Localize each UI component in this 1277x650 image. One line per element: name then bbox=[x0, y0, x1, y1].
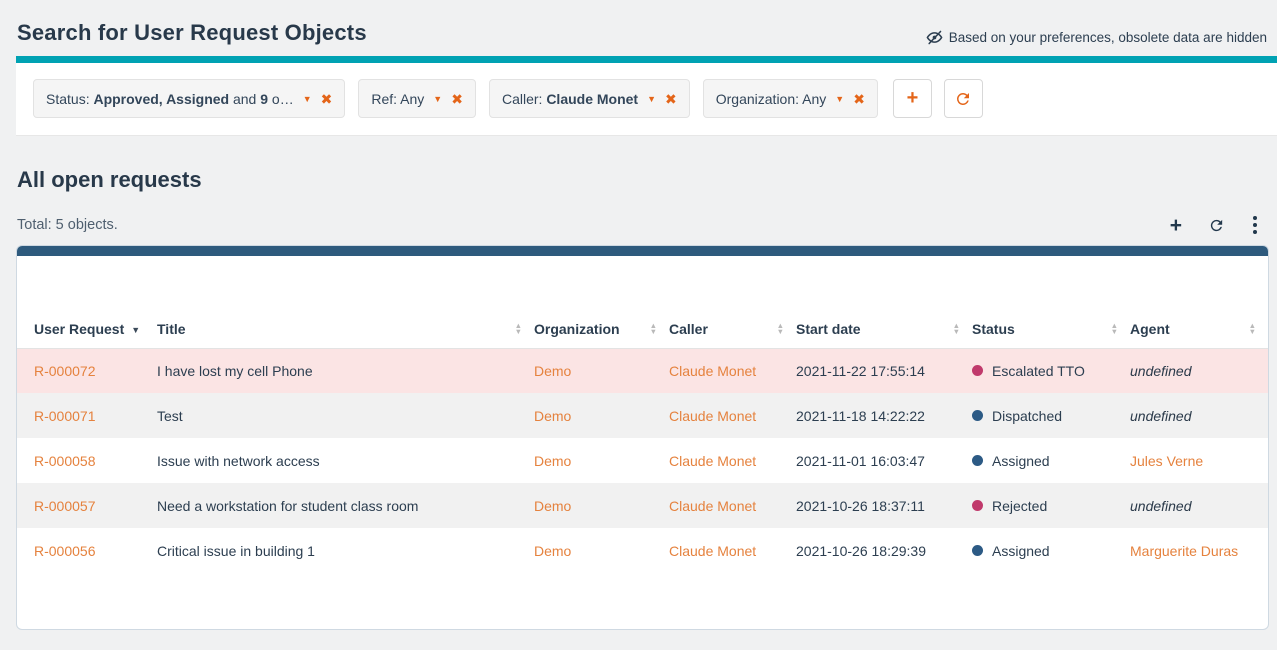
filter-pill-caller[interactable]: Caller: Claude Monet ▼ ✖ bbox=[489, 79, 690, 118]
caller-link[interactable]: Claude Monet bbox=[669, 543, 756, 559]
new-object-button[interactable]: + bbox=[1170, 215, 1182, 236]
organization-link[interactable]: Demo bbox=[534, 453, 571, 469]
start-date: 2021-10-26 18:37:11 bbox=[796, 483, 972, 528]
caret-down-icon[interactable]: ▼ bbox=[433, 93, 442, 104]
x-icon[interactable]: ✖ bbox=[853, 92, 865, 106]
table-header-row: User Request▼ Title▲▼ Organization▲▼ Cal… bbox=[17, 310, 1268, 348]
accent-bar bbox=[16, 56, 1277, 63]
status-dot-icon bbox=[972, 365, 983, 376]
request-id-link[interactable]: R-000058 bbox=[34, 453, 96, 469]
plus-icon: + bbox=[907, 87, 919, 110]
sort-arrows-icon: ▲▼ bbox=[1249, 323, 1256, 334]
caller-link[interactable]: Claude Monet bbox=[669, 453, 756, 469]
filter-pill-ref[interactable]: Ref: Any ▼ ✖ bbox=[358, 79, 476, 118]
refresh-icon bbox=[1208, 217, 1225, 234]
filter-pill-ref-label: Ref: Any bbox=[371, 91, 424, 107]
sort-arrows-icon: ▲▼ bbox=[777, 323, 784, 334]
organization-link[interactable]: Demo bbox=[534, 498, 571, 514]
sort-desc-icon: ▼ bbox=[131, 323, 140, 335]
caller-link[interactable]: Claude Monet bbox=[669, 408, 756, 424]
organization-link[interactable]: Demo bbox=[534, 543, 571, 559]
status-dot-icon bbox=[972, 545, 983, 556]
column-header-organization[interactable]: Organization▲▼ bbox=[534, 310, 669, 348]
refresh-search-button[interactable] bbox=[944, 79, 983, 118]
start-date: 2021-11-18 14:22:22 bbox=[796, 393, 972, 438]
eye-slash-icon bbox=[926, 29, 943, 46]
request-id-link[interactable]: R-000071 bbox=[34, 408, 96, 424]
results-table-panel: User Request▼ Title▲▼ Organization▲▼ Cal… bbox=[16, 245, 1269, 630]
agent-value[interactable]: Marguerite Duras bbox=[1130, 543, 1238, 559]
column-header-caller[interactable]: Caller▲▼ bbox=[669, 310, 796, 348]
total-objects-label: Total: 5 objects. bbox=[17, 217, 118, 233]
filter-pill-organization[interactable]: Organization: Any ▼ ✖ bbox=[703, 79, 878, 118]
status-label: Assigned bbox=[992, 543, 1050, 559]
x-icon[interactable]: ✖ bbox=[665, 92, 677, 106]
obsolete-data-notice: Based on your preferences, obsolete data… bbox=[926, 29, 1267, 46]
request-title: Issue with network access bbox=[157, 438, 534, 483]
request-title: Critical issue in building 1 bbox=[157, 528, 534, 573]
table-row: R-000056 Critical issue in building 1 De… bbox=[17, 528, 1268, 573]
table-row: R-000058 Issue with network access Demo … bbox=[17, 438, 1268, 483]
caller-link[interactable]: Claude Monet bbox=[669, 363, 756, 379]
x-icon[interactable]: ✖ bbox=[451, 92, 463, 106]
filter-pill-status-label: Status: Approved, Assigned and 9 o… bbox=[46, 91, 294, 107]
request-title: Need a workstation for student class roo… bbox=[157, 483, 534, 528]
request-id-link[interactable]: R-000057 bbox=[34, 498, 96, 514]
table-row: R-000071 Test Demo Claude Monet 2021-11-… bbox=[17, 393, 1268, 438]
agent-value[interactable]: undefined bbox=[1130, 498, 1192, 514]
column-header-status[interactable]: Status▲▼ bbox=[972, 310, 1130, 348]
table-row: R-000057 Need a workstation for student … bbox=[17, 483, 1268, 528]
filter-pill-caller-label: Caller: Claude Monet bbox=[502, 91, 638, 107]
results-section-title: All open requests bbox=[17, 167, 1277, 193]
organization-link[interactable]: Demo bbox=[534, 408, 571, 424]
status-dot-icon bbox=[972, 455, 983, 466]
column-header-start-date[interactable]: Start date▲▼ bbox=[796, 310, 972, 348]
x-icon[interactable]: ✖ bbox=[321, 92, 333, 106]
status-label: Rejected bbox=[992, 498, 1047, 514]
add-filter-button[interactable]: + bbox=[893, 79, 932, 118]
more-actions-button[interactable] bbox=[1251, 214, 1259, 236]
filter-pill-status[interactable]: Status: Approved, Assigned and 9 o… ▼ ✖ bbox=[33, 79, 345, 118]
request-id-link[interactable]: R-000072 bbox=[34, 363, 96, 379]
page-header: Search for User Request Objects Based on… bbox=[0, 0, 1277, 56]
sort-arrows-icon: ▲▼ bbox=[1111, 323, 1118, 334]
page-title: Search for User Request Objects bbox=[17, 20, 367, 46]
plus-icon: + bbox=[1170, 214, 1182, 237]
sort-arrows-icon: ▲▼ bbox=[953, 323, 960, 334]
kebab-menu-icon bbox=[1253, 216, 1257, 220]
panel-accent-bar bbox=[16, 245, 1269, 256]
column-header-title[interactable]: Title▲▼ bbox=[157, 310, 534, 348]
filter-pill-organization-label: Organization: Any bbox=[716, 91, 827, 107]
status-label: Escalated TTO bbox=[992, 363, 1085, 379]
caret-down-icon[interactable]: ▼ bbox=[647, 93, 656, 104]
column-header-agent[interactable]: Agent▲▼ bbox=[1130, 310, 1268, 348]
agent-value[interactable]: undefined bbox=[1130, 408, 1192, 424]
caret-down-icon[interactable]: ▼ bbox=[303, 93, 312, 104]
status-label: Dispatched bbox=[992, 408, 1062, 424]
start-date: 2021-10-26 18:29:39 bbox=[796, 528, 972, 573]
request-title: Test bbox=[157, 393, 534, 438]
caller-link[interactable]: Claude Monet bbox=[669, 498, 756, 514]
status-label: Assigned bbox=[992, 453, 1050, 469]
start-date: 2021-11-01 16:03:47 bbox=[796, 438, 972, 483]
organization-link[interactable]: Demo bbox=[534, 363, 571, 379]
caret-down-icon[interactable]: ▼ bbox=[835, 93, 844, 104]
agent-value[interactable]: undefined bbox=[1130, 363, 1192, 379]
status-dot-icon bbox=[972, 500, 983, 511]
results-table: User Request▼ Title▲▼ Organization▲▼ Cal… bbox=[17, 310, 1268, 573]
obsolete-notice-text: Based on your preferences, obsolete data… bbox=[949, 30, 1267, 45]
sort-arrows-icon: ▲▼ bbox=[515, 323, 522, 334]
refresh-list-button[interactable] bbox=[1208, 217, 1225, 234]
status-dot-icon bbox=[972, 410, 983, 421]
table-row: R-000072 I have lost my cell Phone Demo … bbox=[17, 348, 1268, 393]
request-title: I have lost my cell Phone bbox=[157, 348, 534, 393]
request-id-link[interactable]: R-000056 bbox=[34, 543, 96, 559]
column-header-user-request[interactable]: User Request▼ bbox=[17, 310, 157, 348]
agent-value[interactable]: Jules Verne bbox=[1130, 453, 1203, 469]
search-panel: Status: Approved, Assigned and 9 o… ▼ ✖ … bbox=[16, 63, 1277, 136]
refresh-icon bbox=[954, 90, 972, 108]
sort-arrows-icon: ▲▼ bbox=[650, 323, 657, 334]
start-date: 2021-11-22 17:55:14 bbox=[796, 348, 972, 393]
results-toolbar: Total: 5 objects. + bbox=[17, 214, 1267, 236]
